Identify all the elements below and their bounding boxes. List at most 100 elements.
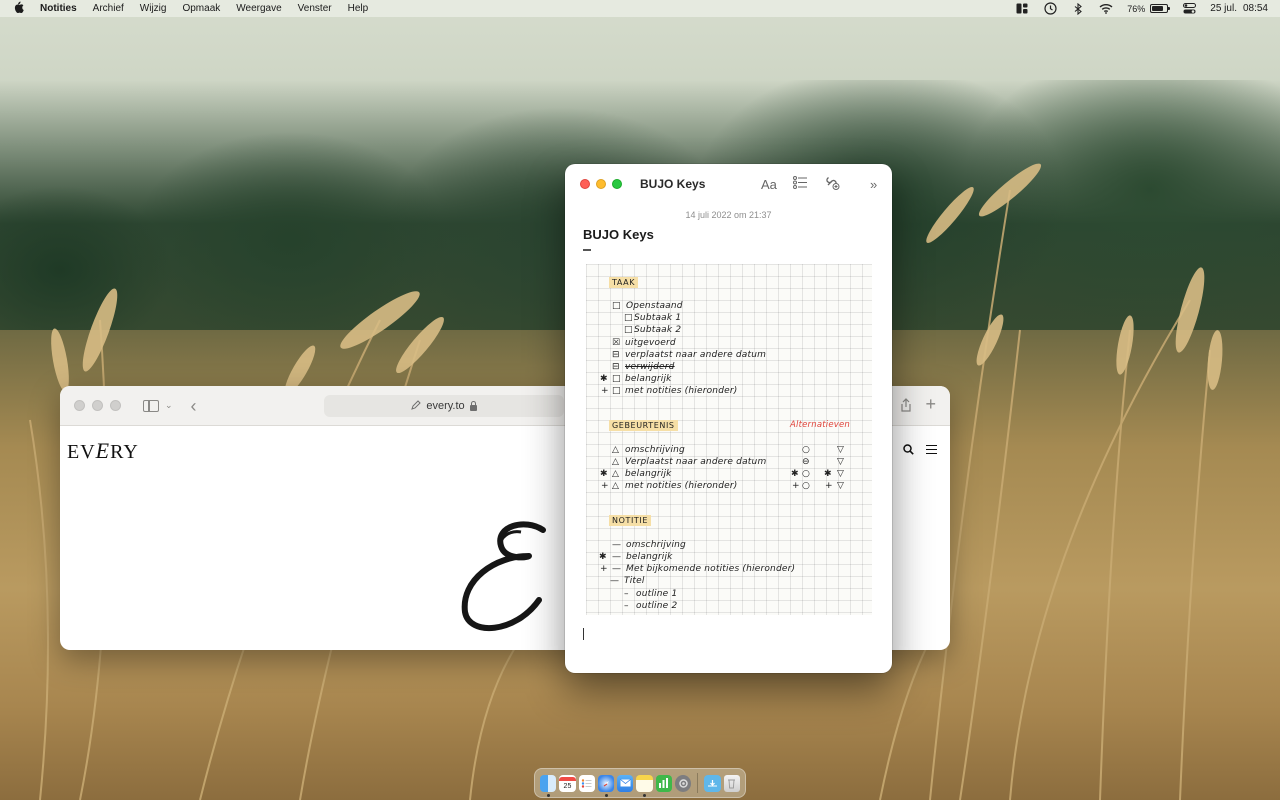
wifi-icon[interactable] [1099,3,1113,15]
menu-date[interactable]: 25 jul. [1210,3,1237,14]
notes-window[interactable]: BUJO Keys Aa » 14 juli 2022 om 21:37 BUJ… [565,164,892,673]
format-text-button[interactable]: Aa [761,177,777,192]
close-button[interactable] [580,179,590,189]
menu-wijzig[interactable]: Wijzig [132,0,175,17]
mail-icon[interactable] [617,774,634,792]
system-settings-icon[interactable] [675,774,692,792]
notes-window-controls [565,179,622,189]
alt-circle-symbol: ○ [802,481,810,491]
migrated-task-symbol: ⊟ [612,350,620,360]
minimize-button[interactable] [92,400,103,411]
menu-time[interactable]: 08:54 [1243,3,1268,14]
open-task-symbol: □ [612,374,621,384]
zoom-button[interactable] [612,179,622,189]
share-icon[interactable] [900,398,912,412]
notitie-item: outline 1 [636,589,678,599]
menu-bar: Notities Archief Wijzig Opmaak Weergave … [0,0,1280,17]
notes-window-title: BUJO Keys [640,177,706,191]
alternatieven-label: Alternatieven [790,420,850,430]
collaborate-link-icon[interactable] [824,176,840,195]
battery-status[interactable]: 76% [1127,3,1171,14]
taak-item: Subtaak 2 [634,325,682,335]
sidebar-toggle-icon[interactable] [143,399,159,412]
taak-header: TAAK [609,277,639,288]
address-bar[interactable]: every.to [324,395,564,417]
safari-icon[interactable] [597,774,615,797]
apple-menu-icon[interactable] [0,1,36,16]
open-task-symbol: □ [612,386,621,396]
note-dash-symbol: — [612,552,621,562]
stage-manager-icon[interactable] [1015,3,1029,15]
back-icon[interactable]: ‹ [191,397,197,415]
menu-opmaak[interactable]: Opmaak [174,0,228,17]
search-icon[interactable] [903,442,914,460]
subtask-symbol: □ [624,325,633,335]
calendar-icon[interactable]: 25 [559,774,576,792]
menu-venster[interactable]: Venster [290,0,340,17]
alt-triangle-migrated-symbol: ▽ [837,457,844,467]
minimize-button[interactable] [596,179,606,189]
notitie-item: belangrijk [626,552,673,562]
dock-separator [697,773,699,793]
every-logo[interactable]: EVERY [67,438,139,464]
notes-plus-symbol: + [792,481,800,491]
new-tab-icon[interactable]: + [925,395,936,413]
lock-icon [469,400,477,411]
menu-hamburger-icon[interactable] [926,445,937,454]
close-button[interactable] [74,400,85,411]
event-symbol: △ [612,469,619,479]
menu-archief[interactable]: Archief [85,0,132,17]
alt-triangle-down-symbol: ▽ [837,469,844,479]
event-symbol: △ [612,481,619,491]
important-symbol: ✱ [791,469,799,479]
note-dash-symbol: — [610,576,619,586]
battery-percent: 76% [1127,3,1146,14]
menu-help[interactable]: Help [340,0,377,17]
gebeurtenis-item: belangrijk [625,469,672,479]
taak-item: belangrijk [625,374,672,384]
every-script-e-illustration [461,521,546,632]
important-symbol: ✱ [824,469,832,479]
zoom-button[interactable] [110,400,121,411]
downloads-folder-icon[interactable] [704,774,721,792]
more-chevrons-icon[interactable]: » [870,177,877,192]
calendar-day: 25 [563,782,572,790]
menu-app-name[interactable]: Notities [36,0,85,17]
note-dash-symbol: — [612,564,621,574]
note-title[interactable]: BUJO Keys [583,227,892,242]
menu-weergave[interactable]: Weergave [228,0,289,17]
taak-item: Openstaand [626,301,683,311]
note-date: 14 juli 2022 om 21:37 [685,210,772,220]
bluetooth-icon[interactable] [1071,2,1085,15]
notes-plus-symbol: + [600,564,608,574]
clock-icon[interactable] [1043,2,1057,15]
note-dash-symbol: — [612,540,621,550]
taak-item: uitgevoerd [625,338,676,348]
chevron-down-icon[interactable]: ⌄ [165,400,173,411]
url-text: every.to [426,400,465,412]
notitie-item: Met bijkomende notities (hieronder) [626,564,796,574]
alt-circle-migrated-symbol: ⊖ [802,457,810,467]
control-center-icon[interactable] [1182,3,1196,15]
open-task-symbol: □ [612,301,621,311]
important-symbol: ✱ [600,469,608,479]
notitie-item: omschrijving [626,540,686,550]
notes-icon[interactable] [636,774,653,797]
gebeurtenis-header: GEBEURTENIS [609,420,678,431]
numbers-icon[interactable] [655,774,673,792]
event-migrated-symbol: △ [612,457,619,467]
alt-circle-symbol: ○ [802,445,810,455]
logo-suffix: RY [110,441,139,463]
notitie-header: NOTITIE [609,515,652,526]
finder-icon[interactable] [540,774,557,797]
trash-icon[interactable] [723,774,740,792]
reminders-icon[interactable] [578,774,595,792]
gebeurtenis-item: Verplaatst naar andere datum [625,457,767,467]
bujo-keys-image[interactable]: TAAK □ Openstaand □ Subtaak 1 □ Subtaak … [586,264,872,615]
text-cursor [583,628,584,640]
note-dash [583,249,591,251]
site-settings-icon [411,399,422,413]
taak-item: verplaatst naar andere datum [625,350,767,360]
notes-titlebar: BUJO Keys Aa » [565,164,892,204]
checklist-icon[interactable] [793,176,808,194]
